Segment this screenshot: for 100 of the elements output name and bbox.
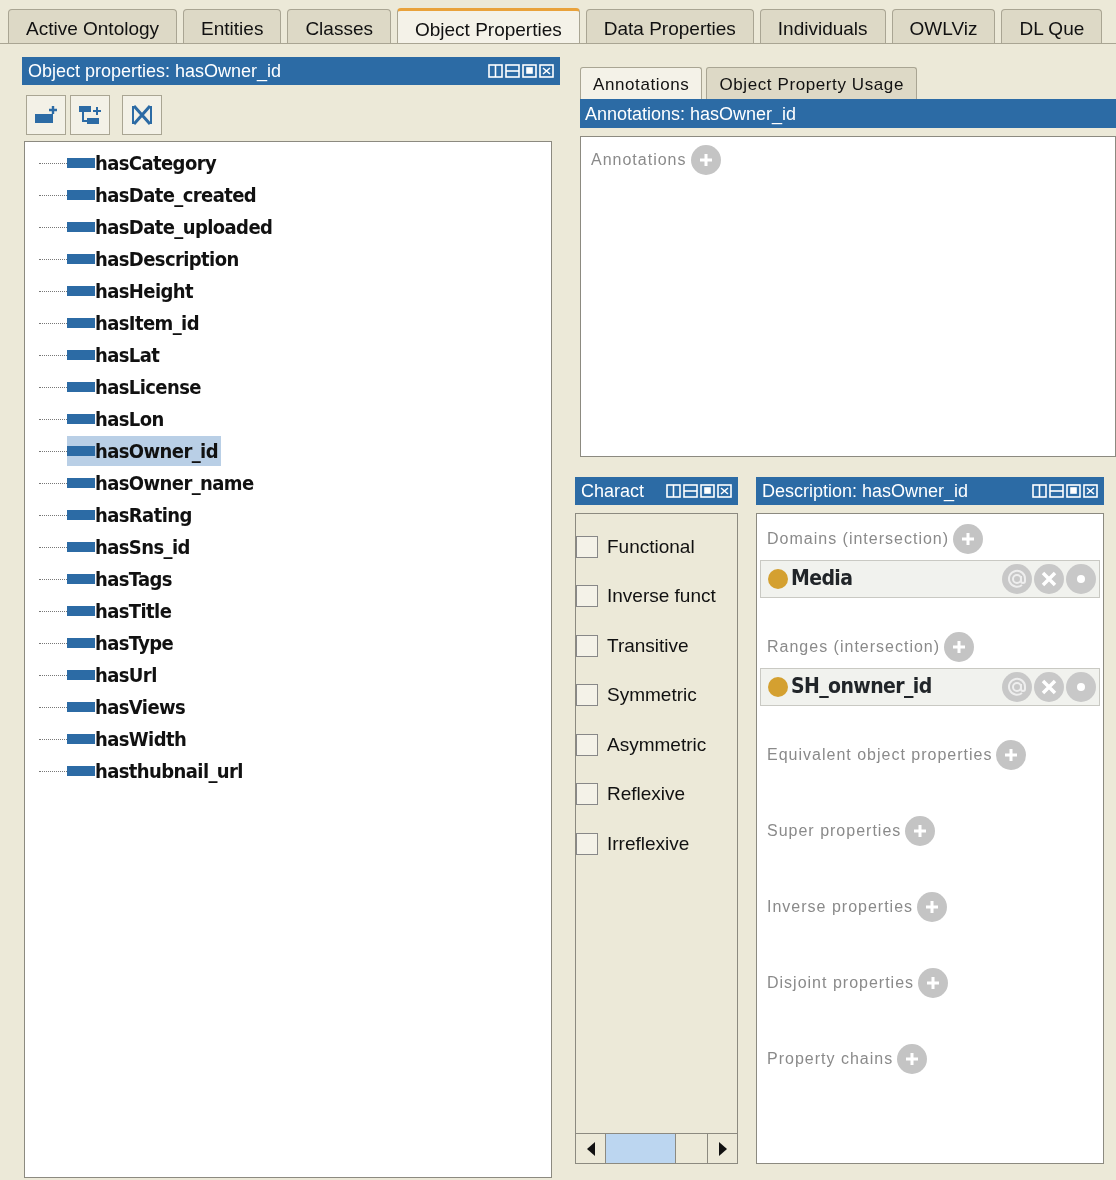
property-icon: [67, 669, 95, 681]
tree-item[interactable]: hasLat: [67, 340, 163, 370]
property-icon: [67, 541, 95, 553]
tree-item[interactable]: hasHeight: [67, 276, 196, 306]
tree-item[interactable]: hasTitle: [67, 596, 175, 626]
tab[interactable]: Data Properties: [585, 9, 754, 43]
checkbox-label: Asymmetric: [607, 732, 707, 757]
tree-item[interactable]: hasCategory: [67, 148, 220, 178]
checkbox[interactable]: [576, 585, 598, 608]
plus-icon: [960, 531, 977, 547]
entry-row[interactable]: Media: [760, 560, 1100, 598]
tab[interactable]: OWLViz: [891, 9, 996, 43]
checkbox-label: Transitive: [607, 633, 689, 658]
tree-item[interactable]: hasthubnail_url: [67, 756, 246, 786]
add-button[interactable]: [953, 524, 984, 554]
property-icon: [67, 509, 95, 521]
entry-label: SH_onwner_id: [791, 673, 932, 701]
property-icon: [67, 285, 95, 297]
add-annotation-button[interactable]: [690, 145, 721, 175]
add-button[interactable]: [918, 968, 949, 998]
add-subproperty-button[interactable]: [70, 95, 110, 135]
left-arrow-icon[interactable]: [585, 1141, 596, 1156]
add-button[interactable]: [917, 892, 948, 922]
checkbox[interactable]: [576, 832, 598, 855]
at-sign-icon: [1006, 676, 1028, 698]
delete-button[interactable]: [1034, 564, 1064, 594]
window-controls-icon[interactable]: [666, 484, 732, 498]
tree-item[interactable]: hasTags: [67, 564, 175, 594]
plus-icon: [924, 899, 941, 915]
checkbox-label: Irreflexive: [607, 831, 690, 856]
panel-title: Charact: [581, 479, 645, 503]
property-icon: [67, 413, 95, 425]
panel-title: Description: hasOwner_id: [762, 479, 969, 504]
dot-icon: [1076, 682, 1086, 692]
add-button[interactable]: [905, 816, 936, 846]
section-label: Disjoint properties: [767, 973, 915, 993]
horizontal-scrollbar[interactable]: [576, 1133, 737, 1163]
window-controls-icon[interactable]: [488, 64, 554, 78]
scroll-thumb[interactable]: [606, 1134, 676, 1163]
property-icon: [67, 349, 95, 361]
entry-row[interactable]: SH_onwner_id: [760, 668, 1100, 706]
property-icon: [67, 221, 95, 233]
delete-button[interactable]: [1034, 672, 1064, 702]
tree-item[interactable]: hasDate_created: [67, 180, 260, 210]
checkbox[interactable]: [576, 634, 598, 657]
property-icon: [67, 381, 95, 393]
tab[interactable]: Active Ontology: [8, 9, 178, 43]
plus-icon: [951, 639, 968, 655]
close-icon: [1041, 571, 1057, 587]
tree-item[interactable]: hasItem_id: [67, 308, 202, 338]
checkbox[interactable]: [576, 684, 598, 707]
tree-item[interactable]: hasUrl: [67, 660, 160, 690]
checkbox[interactable]: [576, 733, 598, 756]
tab[interactable]: Object Properties: [396, 8, 580, 43]
tree-item[interactable]: hasLicense: [67, 372, 204, 402]
tree-item[interactable]: hasLon: [67, 404, 167, 434]
class-icon: [767, 676, 789, 698]
tree-item[interactable]: hasViews: [67, 692, 189, 722]
add-property-button[interactable]: [26, 95, 66, 135]
explain-button[interactable]: [1066, 564, 1096, 594]
tab[interactable]: Classes: [287, 9, 391, 43]
add-button[interactable]: [996, 740, 1027, 770]
tree-item[interactable]: hasType: [67, 628, 177, 658]
tab[interactable]: DL Que: [1001, 9, 1103, 43]
section-label: Equivalent object properties: [767, 745, 993, 765]
right-arrow-icon[interactable]: [717, 1141, 728, 1156]
property-icon: [67, 733, 95, 745]
tree-item[interactable]: hasDescription: [67, 244, 242, 274]
add-button[interactable]: [944, 632, 975, 662]
window-controls-icon[interactable]: [1032, 484, 1098, 498]
add-button[interactable]: [897, 1044, 928, 1074]
property-icon: [67, 765, 95, 777]
property-icon: [67, 637, 95, 649]
plus-icon: [1003, 747, 1020, 763]
checkbox[interactable]: [576, 783, 598, 806]
tree-item[interactable]: hasOwner_name: [67, 468, 257, 498]
property-icon: [67, 445, 95, 457]
at-sign-icon: [1006, 568, 1028, 590]
tab[interactable]: Object Property Usage: [706, 67, 917, 99]
delete-property-button[interactable]: [122, 95, 162, 135]
tree-item[interactable]: hasSns_id: [67, 532, 193, 562]
explain-button[interactable]: [1066, 672, 1096, 702]
tab[interactable]: Individuals: [759, 9, 886, 43]
tree-item[interactable]: hasWidth: [67, 724, 190, 754]
tab[interactable]: Annotations: [580, 67, 703, 99]
checkbox-label: Symmetric: [607, 683, 697, 707]
section-label: Domains (intersection): [767, 529, 950, 549]
plus-icon: [904, 1051, 921, 1067]
checkbox[interactable]: [576, 535, 598, 558]
section-label: Annotations: [591, 150, 687, 170]
tree-item[interactable]: hasRating: [67, 500, 195, 530]
section-label: Inverse properties: [767, 897, 914, 917]
tree-item[interactable]: hasOwner_id: [67, 436, 221, 466]
checkbox-label: Inverse funct: [607, 584, 716, 608]
tab[interactable]: Entities: [183, 9, 282, 43]
property-icon: [67, 253, 95, 265]
tree-item[interactable]: hasDate_uploaded: [67, 212, 276, 242]
property-icon: [67, 605, 95, 617]
section-label: Property chains: [767, 1049, 894, 1069]
add-property-icon: [33, 104, 59, 126]
